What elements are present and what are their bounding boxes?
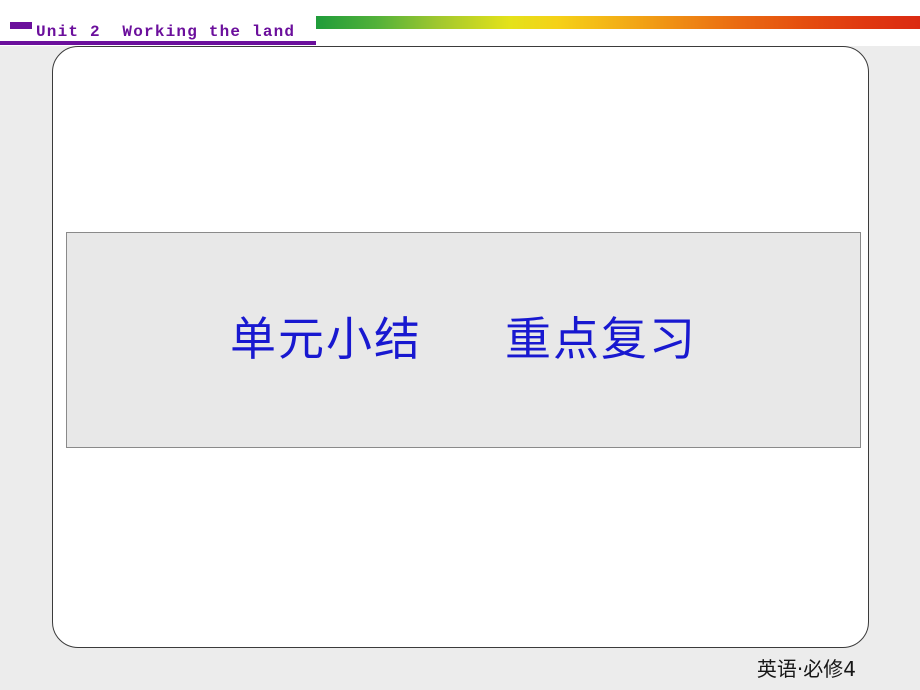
header-accent-mark xyxy=(10,22,32,29)
slide-canvas: Unit 2 Working the land 单元小结 重点复习 英语·必修4 xyxy=(0,0,920,690)
rainbow-gradient-bar xyxy=(316,16,920,29)
title-box-text: 单元小结 重点复习 xyxy=(229,312,698,367)
footer-label: 英语·必修4 xyxy=(756,657,856,681)
title-box: 单元小结 重点复习 xyxy=(66,232,861,448)
header-underline-rule xyxy=(0,41,316,45)
